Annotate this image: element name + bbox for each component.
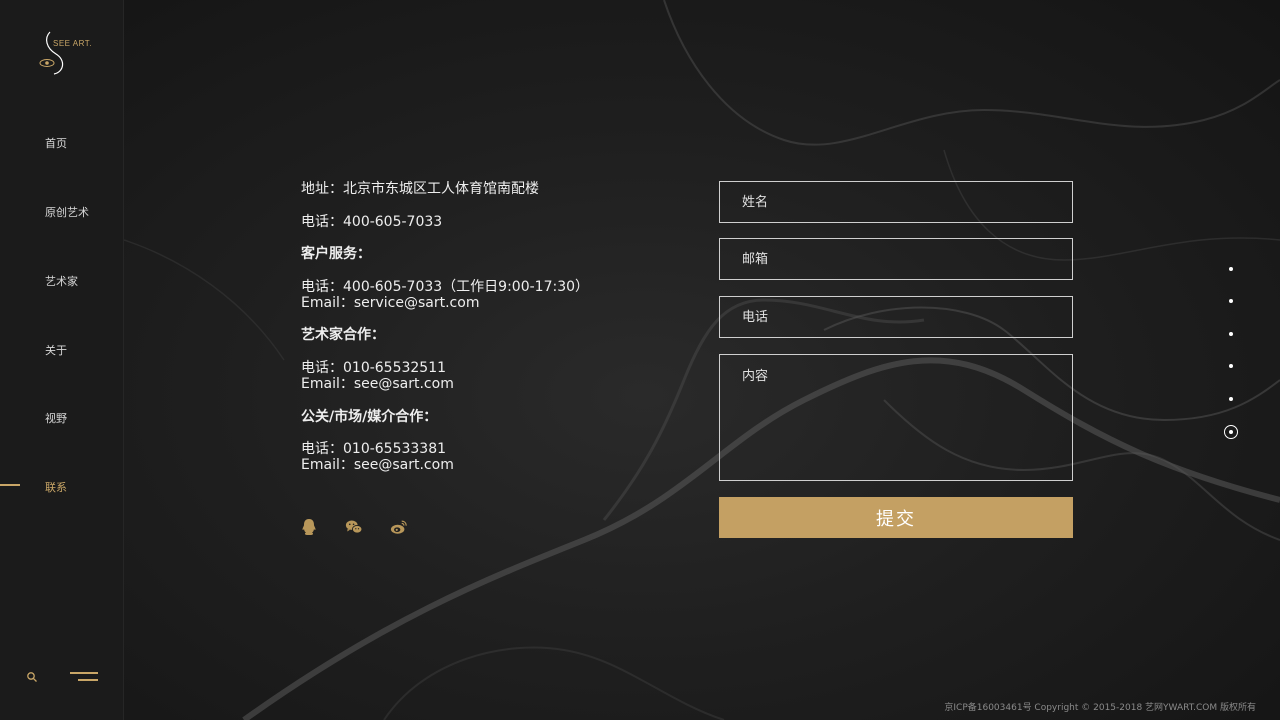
email-input[interactable] [719,238,1073,280]
footer-copyright: 京ICP备16003461号 Copyright © 2015-2018 艺网Y… [944,703,1256,713]
pager-dot-3[interactable] [1229,332,1233,336]
address-text: 地址：北京市东城区工人体育馆南配楼 [301,181,539,197]
map-background [124,0,1280,720]
logo-icon[interactable] [36,30,96,78]
pager-dot-active[interactable] [1224,425,1238,439]
main-phone-text: 电话：400-605-7033 [301,214,443,230]
artist-cooperation-phone: 电话：010-65532511 [301,360,447,376]
menu-icon[interactable] [70,671,98,683]
customer-service-phone: 电话：400-605-7033（工作日9:00-17:30） [301,279,590,295]
pager-dot-1[interactable] [1229,267,1233,271]
sidebar: SEE ART. 首页 原创艺术 艺术家 关于 视野 联系 [0,0,124,720]
search-icon[interactable] [26,671,38,683]
artist-cooperation-email: Email：see@sart.com [301,376,454,392]
nav-item-artists[interactable]: 艺术家 [45,273,78,289]
pager-dot-4[interactable] [1229,364,1233,368]
weibo-icon[interactable] [390,518,408,536]
pager-dot-5[interactable] [1229,397,1233,401]
nav-item-home[interactable]: 首页 [45,135,67,151]
name-input[interactable] [719,181,1073,223]
river-map-graphic [124,0,1280,720]
qq-icon[interactable] [300,518,318,536]
wechat-icon[interactable] [345,518,363,536]
submit-button[interactable]: 提交 [719,497,1073,538]
nav-item-original-art[interactable]: 原创艺术 [45,204,89,220]
pager-dot-2[interactable] [1229,299,1233,303]
phone-input[interactable] [719,296,1073,338]
media-cooperation-email: Email：see@sart.com [301,457,454,473]
logo-text: SEE ART. [53,39,92,48]
nav-item-vision[interactable]: 视野 [45,410,67,426]
artist-cooperation-heading: 艺术家合作： [301,327,385,343]
active-nav-marker [0,484,20,486]
nav-item-contact[interactable]: 联系 [45,479,67,495]
customer-service-email: Email：service@sart.com [301,295,480,311]
media-cooperation-phone: 电话：010-65533381 [301,441,447,457]
customer-service-heading: 客户服务： [301,246,371,262]
media-cooperation-heading: 公关/市场/媒介合作： [301,409,438,425]
nav-item-about[interactable]: 关于 [45,342,67,358]
content-textarea[interactable] [719,354,1073,481]
